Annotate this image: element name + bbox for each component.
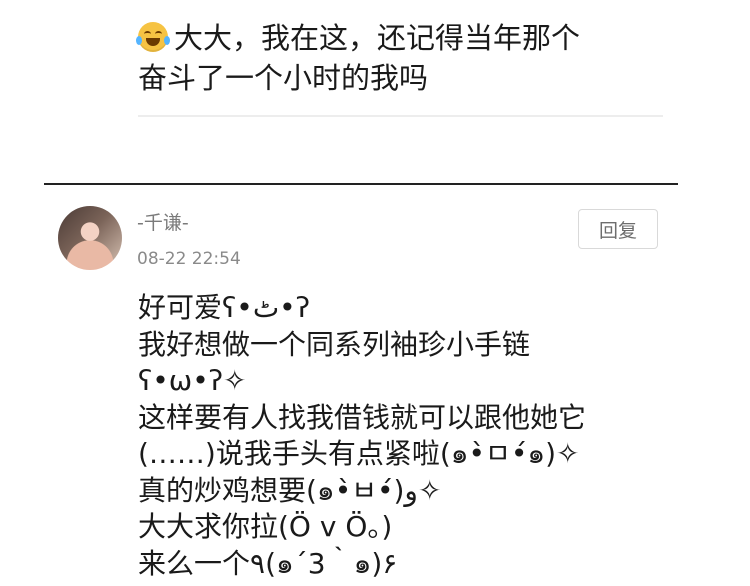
laughing-tears-emoji-icon (136, 22, 170, 52)
comment-username[interactable]: -千谦- (137, 208, 189, 235)
quoted-comment-text-1: 大大，我在这，还记得当年那个 (174, 21, 581, 55)
section-divider (44, 183, 678, 185)
avatar[interactable] (58, 206, 122, 270)
comment-line: 这样要有人找我借钱就可以跟他她它 (138, 400, 587, 434)
comment-line: 好可爱ʕ•ٹ•ʔ (138, 291, 310, 324)
comment-line: 我好想做一个同系列袖珍小手链 (138, 327, 531, 361)
reply-button[interactable]: 回复 (578, 209, 658, 249)
quoted-comment-line-1: 大大，我在这，还记得当年那个 (136, 18, 678, 58)
comment-line: 真的炒鸡想要(๑•̀ㅂ•́)و✧ (138, 473, 442, 507)
quoted-comment: 大大，我在这，还记得当年那个 奋斗了一个小时的我吗 (136, 18, 678, 98)
comment-body: 好可爱ʕ•ٹ•ʔ 我好想做一个同系列袖珍小手链 ʕ•ω•ʔ✧ 这样要有人找我借钱… (138, 290, 698, 582)
comment-line: ʕ•ω•ʔ✧ (138, 364, 247, 397)
comment-timestamp: 08-22 22:54 (137, 249, 241, 269)
thin-divider (138, 115, 663, 117)
comment-line: (……)说我手头有点紧啦(๑•̀ㅁ•́๑)✧ (138, 437, 580, 470)
comment-line: 来么一个٩(๑´3｀๑)۶ (138, 546, 398, 580)
comment-line: 大大求你拉(Ö v Ö。) (138, 510, 393, 543)
quoted-comment-text-2: 奋斗了一个小时的我吗 (138, 61, 429, 95)
